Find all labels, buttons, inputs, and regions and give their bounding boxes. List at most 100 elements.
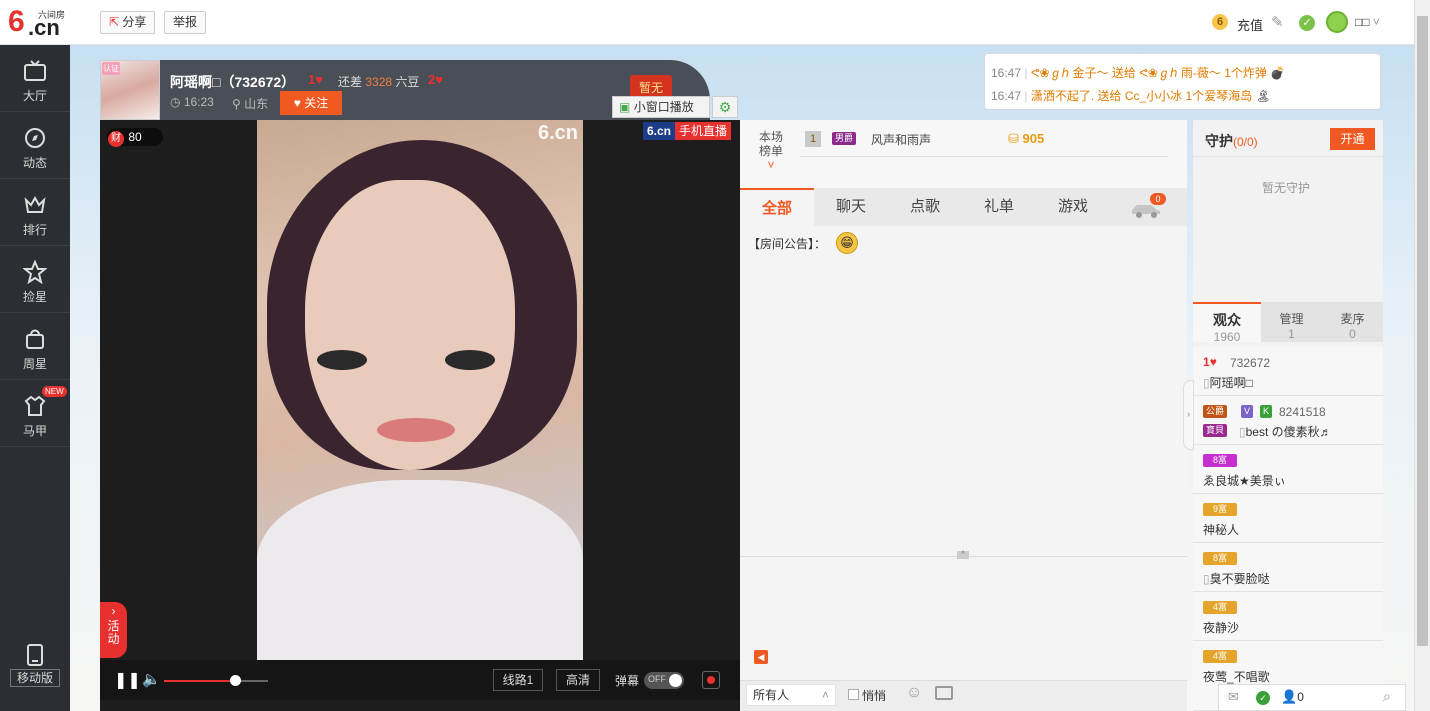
car-button[interactable]: 0 [1130, 193, 1166, 218]
danmaku-state: OFF [648, 674, 666, 684]
mobile-live-label: 手机直播 [675, 122, 732, 140]
live-time-value: 16:23 [183, 95, 214, 109]
rank-position: 1 [805, 131, 821, 147]
sidebar-item-label: 大厅 [22, 89, 47, 103]
sidebar-item-weekly[interactable]: 周星 [0, 313, 70, 380]
user-name: □□ [1355, 15, 1370, 29]
danmaku-toggle[interactable]: OFF [644, 672, 684, 689]
list-item[interactable]: 8富 ▯臭不要脸哒 [1193, 543, 1383, 592]
pause-icon[interactable]: ❚❚ [114, 670, 141, 690]
duke-badge: 公爵 [1203, 405, 1228, 418]
sidebar-item-rank[interactable]: 排行 [0, 179, 70, 246]
activity-tab[interactable]: › 活动 [100, 602, 127, 658]
dress-shape [257, 480, 583, 660]
host-avatar[interactable]: 认证 [100, 60, 160, 120]
tab-admins[interactable]: 管理 1 [1261, 302, 1322, 342]
recharge-link[interactable]: 充值 [1237, 15, 1263, 34]
tv-icon [24, 60, 46, 81]
tab-all[interactable]: 全部 [740, 188, 814, 226]
volume-knob[interactable] [229, 675, 241, 686]
settings-gear-icon[interactable]: ⚙ [712, 96, 738, 118]
cert-badge: 认证 [102, 62, 120, 75]
location-pin-icon: ⚲ [232, 97, 241, 111]
level-badge: 1♥ [1203, 355, 1217, 369]
sidebar-item-hall[interactable]: 大厅 [0, 45, 70, 112]
rank-name[interactable]: 风声和雨声 [871, 131, 931, 148]
user-count: 👤0 [1281, 689, 1304, 705]
check-icon[interactable]: ✓ [1256, 691, 1270, 705]
report-button[interactable]: 举报 [164, 11, 207, 34]
car-count-badge: 0 [1150, 193, 1166, 205]
record-button[interactable] [702, 671, 720, 689]
tab-song-request[interactable]: 点歌 [888, 188, 962, 226]
guard-count: (0/0) [1233, 135, 1258, 149]
grin-emoji-icon: 😁 [836, 232, 858, 254]
mobile-live-brand: 6.cn [643, 122, 676, 140]
watermark: 6.cn [538, 122, 579, 144]
gap-prefix: 还差 [338, 75, 363, 89]
edit-icon[interactable]: ✎ [1271, 13, 1284, 31]
live-time: ◷ 16:23 [170, 95, 214, 109]
user-menu[interactable]: □□ ˅ [1355, 15, 1380, 29]
guard-empty-text: 暂无守护 [1262, 181, 1311, 195]
list-item[interactable]: 1♥ 732672 ▯阿瑶啊□ [1193, 347, 1383, 396]
tab-chat[interactable]: 聊天 [814, 188, 888, 226]
sidebar-item-label: 马甲 [22, 424, 47, 438]
island-icon: 🏝 [1255, 89, 1271, 103]
site-logo[interactable]: 6 六间房 .cn [8, 6, 70, 40]
search-icon[interactable]: ⌕ [1383, 688, 1391, 705]
tab-audience[interactable]: 观众 1960 [1193, 302, 1261, 344]
recipient-value: 所有人 [753, 688, 790, 702]
mail-icon[interactable]: ✉ [1228, 689, 1239, 705]
open-guard-button[interactable]: 开通 [1330, 128, 1375, 150]
sidebar-item-feed[interactable]: 动态 [0, 112, 70, 179]
share-button[interactable]: ⇱ 分享 [100, 11, 156, 34]
gap-value: 3328 [365, 75, 393, 89]
page-scrollbar[interactable] [1414, 0, 1430, 711]
volume-icon[interactable]: 🔈 [142, 670, 161, 688]
shirt-icon [24, 395, 46, 416]
rank-badge: 男爵 [832, 132, 857, 145]
wealth-level-badge: 8富 [1203, 552, 1237, 565]
top-bar: 6 六间房 .cn ⇱ 分享 举报 6 充值 ✎ ✓ □□ ˅ [0, 0, 1414, 45]
k-badge: K [1260, 405, 1273, 418]
resize-handle[interactable]: ^ [957, 551, 969, 559]
activity-label: 活动 [107, 619, 120, 646]
eye-shape [317, 350, 367, 370]
line-button[interactable]: 线路1 [493, 669, 543, 691]
list-item[interactable]: 4富 夜静沙 [1193, 592, 1383, 641]
follow-label: 关注 [304, 96, 329, 110]
recipient-select[interactable]: 所有人 ˄ [746, 684, 836, 706]
volume-slider[interactable] [164, 675, 268, 686]
host-name: 阿瑶啊□（732672） [170, 74, 296, 90]
video-controls: ❚❚ 🔈 线路1 高清 弹幕 OFF [100, 660, 740, 700]
list-item[interactable]: 9富 神秘人 [1193, 494, 1383, 543]
scrollbar-thumb[interactable] [1417, 16, 1428, 646]
chat-input-bar: 所有人 ˄ 悄悄 ☺ [740, 680, 1187, 711]
mobile-version-button[interactable]: 移动版 [0, 641, 70, 689]
image-icon[interactable] [935, 686, 953, 700]
new-badge: NEW [42, 386, 67, 397]
sidebar-item-vest[interactable]: 马甲 NEW [0, 380, 70, 447]
wealth-level-badge: 4富 [1203, 650, 1237, 663]
lips-shape [377, 418, 455, 442]
tab-gift-list[interactable]: 礼单 [962, 188, 1036, 226]
emoji-icon[interactable]: ☺ [906, 684, 922, 702]
list-item[interactable]: 公爵 V K 8241518 寶貝 ▯best の傻素秋♬ [1193, 396, 1383, 445]
avatar[interactable] [1326, 11, 1348, 33]
rank-toggle[interactable]: 本场 榜单 ˅ [754, 130, 788, 172]
tab-games[interactable]: 游戏 [1036, 188, 1110, 226]
whisper-checkbox[interactable] [848, 689, 859, 700]
phone-icon: ▯ [1203, 572, 1210, 586]
quality-button[interactable]: 高清 [556, 669, 600, 691]
sidebar: 大厅 动态 排行 捡星 周星 马甲 NEW 移动版 [0, 45, 70, 711]
collapse-panel-handle[interactable]: › [1183, 380, 1194, 450]
verified-icon[interactable]: ✓ [1299, 15, 1315, 31]
gift-time: 16:47 [991, 66, 1022, 80]
follow-button[interactable]: ♥ 关注 [280, 91, 342, 115]
speaker-icon[interactable]: ◀ [754, 650, 768, 664]
tab-mic-queue[interactable]: 麦序 0 [1322, 302, 1383, 342]
mini-player-button[interactable]: ▣ 小窗口播放 [612, 96, 710, 118]
list-item[interactable]: 8富 ゑ良城★美景ぃ [1193, 445, 1383, 494]
sidebar-item-stars[interactable]: 捡星 [0, 246, 70, 313]
